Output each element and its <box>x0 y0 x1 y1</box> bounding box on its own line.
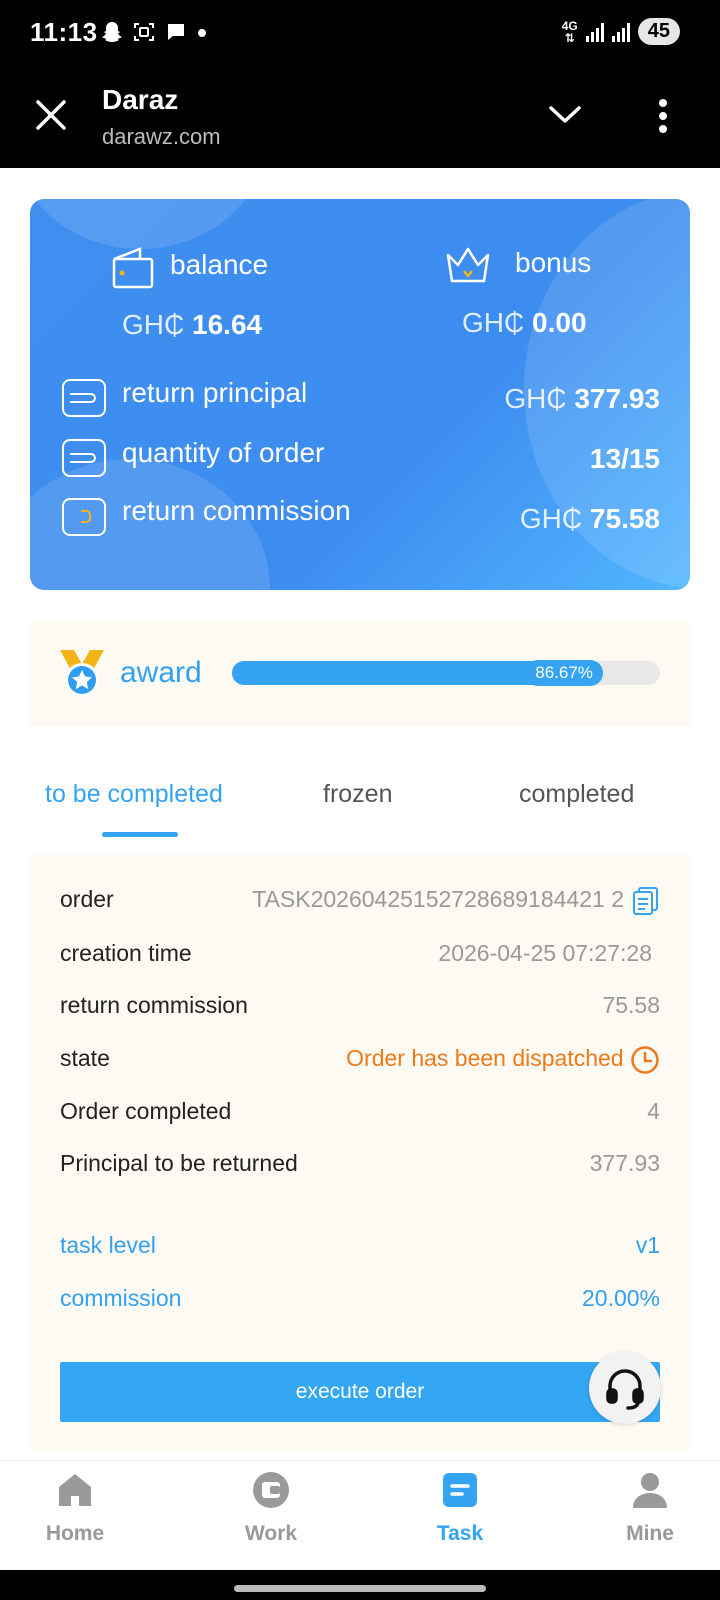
balance-amount: GH₵ 16.64 <box>122 309 263 340</box>
task-level-label: task level <box>60 1232 156 1258</box>
notification-icons <box>100 20 208 49</box>
commission-icon <box>62 498 106 536</box>
wallet-icon <box>112 247 154 289</box>
page-title: Daraz <box>102 84 179 115</box>
principal-value: 377.93 <box>589 1150 660 1176</box>
award-progress-bar: 86.67% <box>232 660 660 686</box>
chat-icon <box>164 20 188 49</box>
return-principal-label: return principal <box>122 377 308 408</box>
signal-icon <box>611 22 630 42</box>
return-commission-row-label: return commission <box>60 992 248 1018</box>
medal-icon <box>60 650 104 697</box>
state-row: state Order has been dispatched <box>60 1037 660 1077</box>
order-row: order TASK20260425152728689184421 2 <box>60 878 660 918</box>
dot-icon <box>196 26 208 44</box>
order-tabs: to be completed frozen completed <box>30 766 690 838</box>
clock-icon <box>631 1046 659 1074</box>
network-type: 4G ⇅ <box>561 18 578 45</box>
state-label: state <box>60 1045 110 1071</box>
commission-rate-value: 20.00% <box>581 1285 660 1311</box>
nav-mine-label: Mine <box>626 1522 674 1545</box>
award-progress-fill: 86.67% <box>232 660 603 686</box>
return-commission-label: return commission <box>122 495 351 526</box>
wallet-icon <box>253 1472 289 1508</box>
headset-icon <box>606 1369 644 1410</box>
crown-icon <box>446 247 490 283</box>
order-card: order TASK20260425152728689184421 2 crea… <box>30 854 690 1452</box>
status-time: 11:13 <box>30 17 98 47</box>
commission-rate-label: commission <box>60 1285 182 1311</box>
commission-rate-row: commission 20.00% <box>60 1277 660 1317</box>
nav-work-label: Work <box>244 1522 298 1545</box>
order-label: order <box>60 886 114 912</box>
nav-home[interactable]: Home <box>15 1471 135 1546</box>
principal-icon <box>62 379 106 417</box>
nav-mine[interactable]: Mine <box>590 1471 710 1546</box>
nav-task[interactable]: Task <box>400 1471 520 1546</box>
order-completed-label: Order completed <box>60 1098 232 1124</box>
award-label: award <box>120 656 202 689</box>
gesture-bar <box>0 1570 720 1600</box>
user-icon <box>633 1473 667 1508</box>
bonus-amount: GH₵ 0.00 <box>462 307 587 338</box>
battery-level: 45 <box>637 18 680 45</box>
creation-time-row: creation time 2026-04-25 07:27:28 <box>60 932 660 972</box>
order-completed-row: Order completed 4 <box>60 1090 660 1130</box>
principal-row: Principal to be returned 377.93 <box>60 1142 660 1182</box>
snapchat-icon <box>100 20 124 49</box>
return-commission-row: return commission 75.58 <box>60 984 660 1024</box>
state-value: Order has been dispatched <box>346 1045 624 1072</box>
quantity-value: 13/15 <box>589 443 660 474</box>
screenshot-icon <box>132 20 156 49</box>
bottom-navigation: Home Work Task Mine <box>0 1460 720 1570</box>
tab-to-be-completed[interactable]: to be completed <box>45 780 223 809</box>
page-url: darawz.com <box>102 124 221 149</box>
customer-support-button[interactable] <box>589 1352 661 1424</box>
creation-time-label: creation time <box>60 940 192 966</box>
browser-header: Daraz darawz.com <box>0 68 720 168</box>
award-progress-percent: 86.67% <box>525 660 603 686</box>
signal-icon <box>585 22 604 42</box>
order-quantity-icon <box>62 439 106 477</box>
balance-label: balance <box>170 249 269 280</box>
task-icon <box>443 1473 477 1507</box>
tab-completed[interactable]: completed <box>519 780 634 809</box>
tab-frozen[interactable]: frozen <box>323 780 392 809</box>
return-principal-amount: GH₵ 377.93 <box>504 383 660 414</box>
task-level-row: task level v1 <box>60 1224 660 1264</box>
creation-time-value: 2026-04-25 07:27:28 <box>438 940 652 966</box>
nav-work[interactable]: Work <box>211 1471 331 1546</box>
status-bar: 11:13 4G ⇅ 45 <box>0 0 720 68</box>
chevron-down-icon[interactable] <box>548 102 582 128</box>
execute-order-button[interactable]: execute order <box>60 1362 660 1422</box>
return-commission-row-value: 75.58 <box>602 992 660 1018</box>
task-level-value: v1 <box>635 1232 660 1258</box>
principal-label: Principal to be returned <box>60 1150 298 1176</box>
nav-home-label: Home <box>45 1522 105 1545</box>
account-summary-card: balance GH₵ 16.64 bonus GH₵ 0.00 return … <box>30 199 690 590</box>
bonus-label: bonus <box>515 247 592 278</box>
return-commission-amount: GH₵ 75.58 <box>519 503 660 534</box>
active-tab-indicator <box>102 832 178 837</box>
home-icon <box>59 1474 91 1506</box>
quantity-label: quantity of order <box>122 437 325 468</box>
close-icon[interactable] <box>34 98 68 132</box>
award-progress-section: award 86.67% <box>30 620 690 726</box>
copy-icon[interactable] <box>632 886 660 916</box>
order-completed-value: 4 <box>647 1098 660 1124</box>
nav-task-label: Task <box>436 1522 484 1545</box>
more-menu-icon[interactable] <box>656 98 670 134</box>
order-number: TASK20260425152728689184421 2 <box>252 886 624 913</box>
